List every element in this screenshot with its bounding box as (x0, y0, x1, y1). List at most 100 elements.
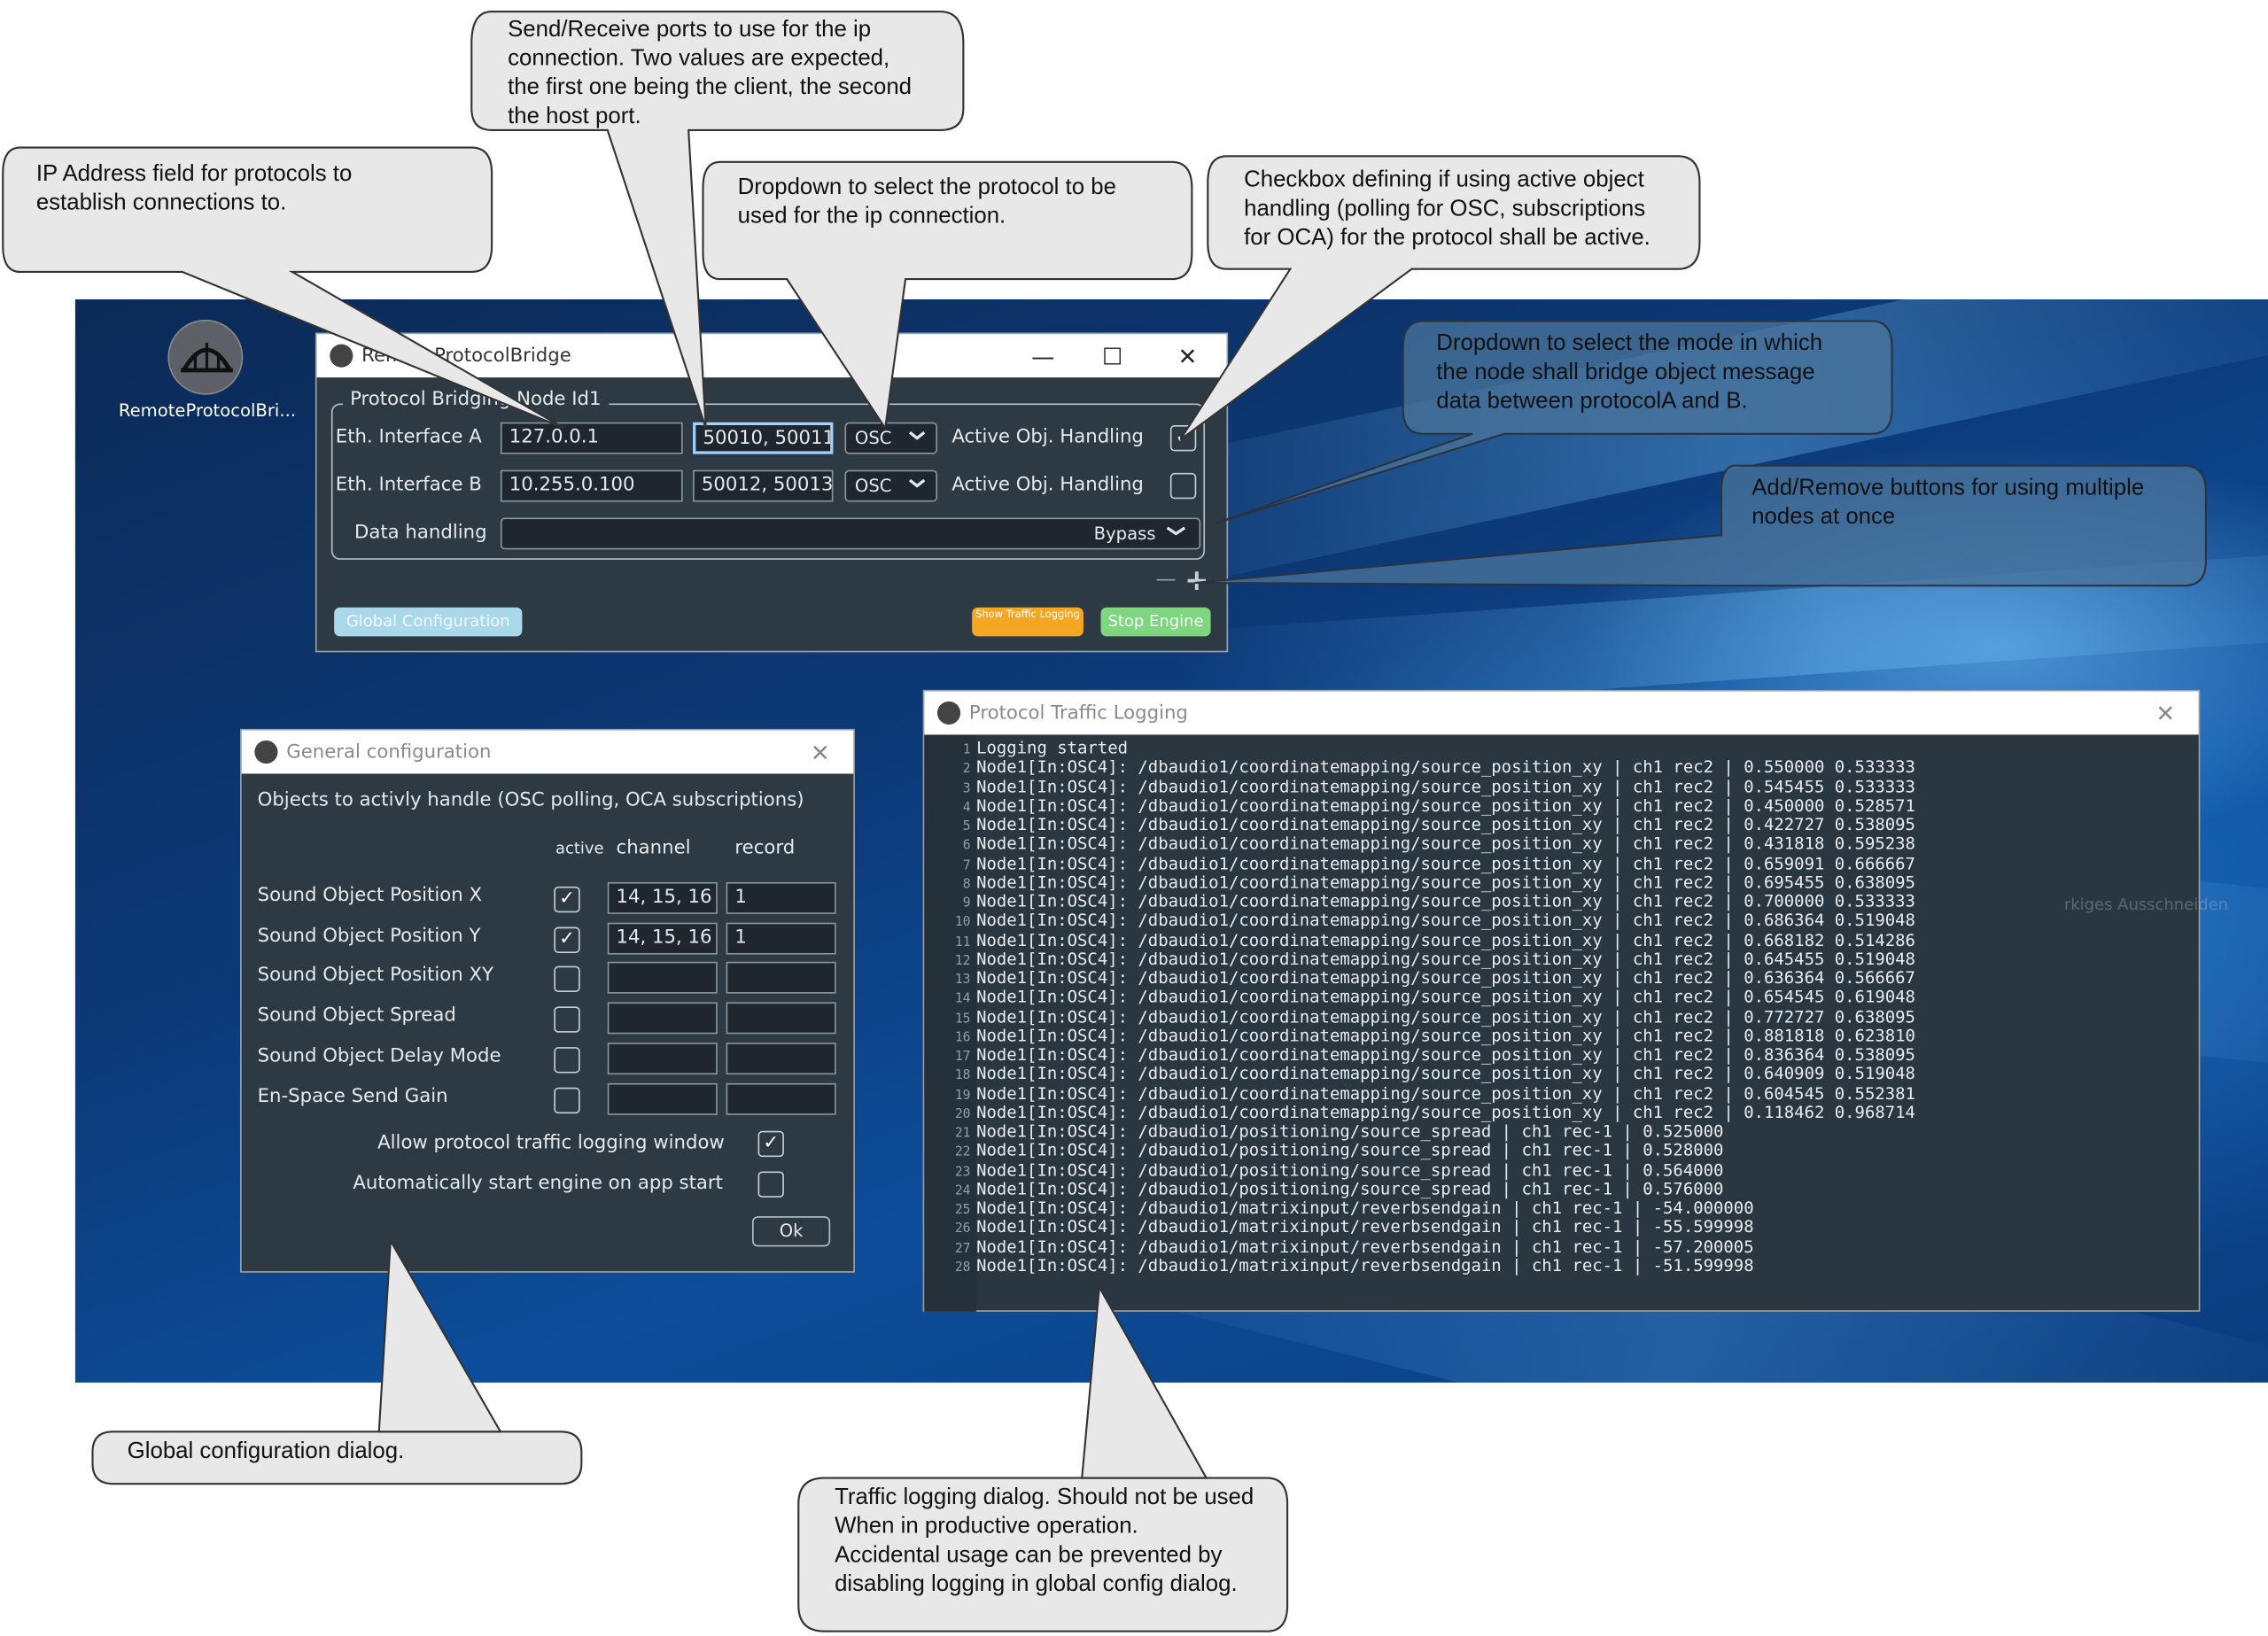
config-row-label: Sound Object Position XY (257, 965, 493, 988)
config-window-titlebar[interactable]: General configuration ✕ (241, 730, 854, 774)
log-window-titlebar[interactable]: Protocol Traffic Logging ✕ (924, 691, 2199, 735)
log-line-text: Node1[In:OSC4]: /dbaudio1/coordinatemapp… (976, 795, 1915, 816)
callout-traffic-text: Traffic logging dialog. Should not be us… (835, 1485, 1254, 1597)
minimize-button[interactable]: — (1010, 334, 1076, 377)
remove-node-button[interactable]: — (1156, 569, 1177, 592)
log-line-text: Node1[In:OSC4]: /dbaudio1/matrixinput/re… (976, 1236, 1754, 1256)
log-line-text: Node1[In:OSC4]: /dbaudio1/matrixinput/re… (976, 1197, 1754, 1218)
interface-b-protocol-dropdown[interactable]: OSC (844, 469, 937, 502)
log-close-button[interactable]: ✕ (2132, 691, 2199, 734)
log-line: 17 Node1[In:OSC4]: /dbaudio1/coordinatema… (924, 1044, 1915, 1065)
config-row-record-input[interactable]: 1 (726, 922, 836, 955)
config-row-active-checkbox[interactable]: ✓ (554, 886, 580, 913)
config-row-label: Sound Object Delay Mode (257, 1045, 501, 1067)
stop-engine-button[interactable]: Stop Engine (1100, 607, 1211, 637)
maximize-button[interactable]: ☐ (1079, 334, 1146, 377)
global-configuration-button[interactable]: Global Configuration (334, 607, 523, 637)
general-configuration-window: General configuration ✕ Objects to activ… (240, 728, 855, 1273)
config-row-channel-input[interactable] (607, 1082, 718, 1114)
interface-a-active-label: Active Obj. Handling (951, 426, 1144, 449)
config-row-active-checkbox[interactable] (554, 1006, 580, 1033)
node-group-title: Protocol Bridging Node Id1 (342, 389, 609, 411)
allow-logging-label: Allow protocol traffic logging window (377, 1132, 725, 1154)
config-close-button[interactable]: ✕ (787, 731, 853, 774)
log-line-text: Node1[In:OSC4]: /dbaudio1/coordinatemapp… (976, 967, 1915, 989)
config-row-label: En-Space Send Gain (257, 1085, 448, 1107)
config-row-record-input[interactable] (726, 1082, 836, 1114)
column-active-header: active (555, 838, 604, 858)
log-line-text: Node1[In:OSC4]: /dbaudio1/coordinatemapp… (976, 872, 1915, 892)
config-row-channel-input[interactable] (607, 1002, 718, 1035)
chevron-down-icon (1166, 519, 1186, 548)
app-logo-icon (936, 701, 961, 725)
show-traffic-logging-button[interactable]: Show Traffic Logging (972, 607, 1084, 637)
close-button[interactable]: ✕ (1154, 334, 1221, 377)
log-line-text: Node1[In:OSC4]: /dbaudio1/coordinatemapp… (976, 756, 1915, 778)
log-line-text: Node1[In:OSC4]: /dbaudio1/coordinatemapp… (976, 833, 1915, 854)
config-row-channel-input[interactable]: 14, 15, 16 (607, 922, 718, 955)
log-line: 14 Node1[In:OSC4]: /dbaudio1/coordinatema… (924, 988, 1915, 1008)
window-title: RemoteProtocolBridge (361, 345, 571, 367)
log-line: 19 Node1[In:OSC4]: /dbaudio1/coordinatema… (924, 1082, 1915, 1104)
ok-button[interactable]: Ok (752, 1216, 831, 1247)
log-line-text: Logging started (976, 739, 1129, 758)
log-text-area[interactable]: 1 Logging started 2 Node1[In:OSC4]: /dbaudi… (924, 739, 2197, 1312)
log-line: 18 Node1[In:OSC4]: /dbaudio1/coordinatema… (924, 1064, 1915, 1084)
interface-a-protocol-dropdown[interactable]: OSC (844, 422, 937, 454)
log-line-text: Node1[In:OSC4]: /dbaudio1/coordinatemapp… (976, 852, 1915, 873)
config-row-active-checkbox[interactable]: ✓ (554, 927, 580, 953)
log-line: 22 Node1[In:OSC4]: /dbaudio1/positioning/… (924, 1141, 1724, 1161)
config-row-record-input[interactable]: 1 (726, 881, 836, 914)
config-row-label: Sound Object Spread (257, 1004, 456, 1027)
protocol-value: OSC (854, 428, 892, 449)
config-row-channel-input[interactable] (607, 962, 718, 995)
log-line: 6 Node1[In:OSC4]: /dbaudio1/coordinatemap… (924, 834, 1915, 854)
log-line-text: Node1[In:OSC4]: /dbaudio1/coordinatemapp… (976, 929, 1915, 950)
protocol-traffic-logging-window: Protocol Traffic Logging ✕ rkiges Aussch… (922, 689, 2228, 1312)
data-handling-value: Bypass (1093, 523, 1156, 544)
main-window: RemoteProtocolBridge — ☐ ✕ Protocol Brid… (315, 332, 1229, 653)
callout-active-text: Checkbox defining if using active object… (1244, 167, 1651, 251)
protocol-value: OSC (854, 476, 892, 497)
interface-a-ports-input[interactable]: 50010, 50011 (693, 422, 834, 454)
log-line: 16 Node1[In:OSC4]: /dbaudio1/coordinatema… (924, 1025, 1915, 1046)
interface-b-ports-input[interactable]: 50012, 50013 (693, 469, 834, 502)
config-row-record-input[interactable] (726, 962, 836, 995)
main-window-titlebar[interactable]: RemoteProtocolBridge — ☐ ✕ (316, 334, 1227, 378)
log-line: 24 Node1[In:OSC4]: /dbaudio1/positioning/… (924, 1178, 1724, 1199)
log-line: 3 Node1[In:OSC4]: /dbaudio1/coordinatemap… (924, 777, 1915, 797)
log-line-text: Node1[In:OSC4]: /dbaudio1/positioning/so… (976, 1159, 1724, 1180)
app-logo-icon (330, 344, 353, 368)
interface-b-label: Eth. Interface B (335, 474, 482, 497)
add-node-button[interactable]: + (1184, 562, 1208, 597)
callout-ip-text: IP Address field for protocols to establ… (35, 161, 353, 216)
interface-a-label: Eth. Interface A (335, 426, 482, 449)
interface-a-active-checkbox[interactable]: ✓ (1169, 425, 1197, 452)
config-row-channel-input[interactable] (607, 1042, 718, 1074)
callout-mode-text: Dropdown to select the mode in which the… (1436, 330, 1823, 414)
config-row-record-input[interactable] (726, 1002, 836, 1035)
config-row-label: Sound Object Position X (257, 885, 483, 907)
interface-b-ip-input[interactable]: 10.255.0.100 (500, 469, 683, 502)
config-row-record-input[interactable] (726, 1042, 836, 1074)
log-line-text: Node1[In:OSC4]: /dbaudio1/coordinatemapp… (976, 1025, 1915, 1046)
allow-logging-checkbox[interactable]: ✓ (757, 1130, 784, 1158)
log-line: 28 Node1[In:OSC4]: /dbaudio1/matrixinput/… (924, 1255, 1754, 1275)
interface-b-active-checkbox[interactable] (1169, 472, 1197, 500)
config-row-active-checkbox[interactable] (554, 1046, 580, 1074)
autostart-label: Automatically start engine on app start (353, 1173, 723, 1195)
log-line-text: Node1[In:OSC4]: /dbaudio1/matrixinput/re… (976, 1216, 1754, 1237)
interface-a-ip-input[interactable]: 127.0.0.1 (500, 422, 683, 454)
callout-global-text: Global configuration dialog. (127, 1438, 405, 1464)
log-line: 1 Logging started (924, 739, 1128, 758)
data-handling-dropdown[interactable]: Bypass (500, 517, 1201, 550)
autostart-checkbox[interactable] (757, 1171, 784, 1198)
log-line: 8 Node1[In:OSC4]: /dbaudio1/coordinatemap… (924, 872, 1915, 893)
log-line-text: Node1[In:OSC4]: /dbaudio1/positioning/so… (976, 1178, 1724, 1199)
config-row-active-checkbox[interactable] (554, 966, 580, 993)
config-row-channel-input[interactable]: 14, 15, 16 (607, 881, 718, 914)
config-row-active-checkbox[interactable] (554, 1086, 580, 1113)
desktop-app-shortcut[interactable]: RemoteProtocolBri... (119, 319, 296, 421)
log-line-text: Node1[In:OSC4]: /dbaudio1/coordinatemapp… (976, 1082, 1915, 1103)
log-line-text: Node1[In:OSC4]: /dbaudio1/coordinatemapp… (976, 910, 1915, 931)
